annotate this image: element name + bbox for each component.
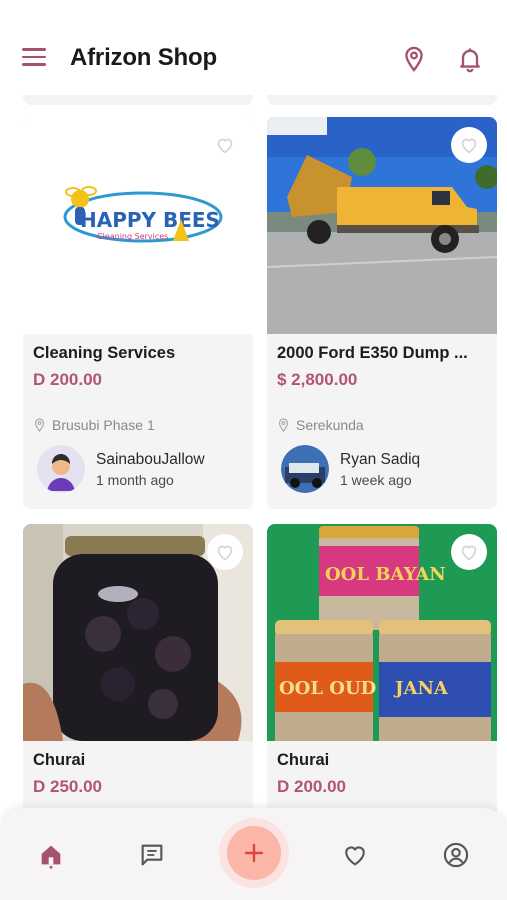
home-icon[interactable]: [34, 838, 68, 872]
listing-image: HAPPY BEES Cleaning Services: [23, 117, 253, 334]
add-listing-button[interactable]: [227, 826, 281, 880]
bell-icon[interactable]: [456, 45, 484, 73]
listing-image: [23, 524, 253, 741]
location-pin-icon: [278, 418, 289, 432]
listing-card[interactable]: 2000 Ford E350 Dump ... $ 2,800.00 Serek…: [267, 117, 497, 509]
seller-name: SainabouJallow: [96, 450, 205, 468]
listing-title: Churai: [33, 751, 86, 769]
favorite-button[interactable]: [451, 534, 487, 570]
logo-text: HAPPY BEES: [80, 208, 220, 232]
listing-title: Cleaning Services: [33, 344, 176, 362]
listings-feed[interactable]: HAPPY BEES Cleaning Services Cleaning Se…: [0, 95, 507, 900]
posted-time: 1 month ago: [96, 471, 174, 488]
previous-card-edge: [267, 95, 497, 105]
listing-title: 2000 Ford E350 Dump ...: [277, 344, 468, 362]
avatar: [37, 445, 85, 493]
listing-card[interactable]: OOL BAYAN OOL OUD JANA Churai D 200.00: [267, 524, 497, 837]
seller-info[interactable]: SainabouJallow 1 month ago: [23, 433, 253, 509]
favorite-button[interactable]: [451, 127, 487, 163]
seller-info[interactable]: Ryan Sadiq 1 week ago: [267, 433, 497, 509]
heart-icon: [461, 545, 477, 561]
listing-price: D 200.00: [277, 777, 346, 796]
listing-image: OOL BAYAN OOL OUD JANA: [267, 524, 497, 741]
listing-price: D 250.00: [33, 777, 102, 796]
heart-icon: [217, 545, 233, 561]
listing-location: Brusubi Phase 1: [23, 390, 253, 433]
location-pin-icon: [34, 418, 45, 432]
jar-label: OOL BAYAN: [325, 564, 446, 585]
chat-icon[interactable]: [135, 838, 169, 872]
listing-price: D 200.00: [33, 370, 102, 389]
listing-title: Churai: [277, 751, 330, 769]
posted-time: 1 week ago: [340, 471, 412, 488]
listing-card[interactable]: Churai D 250.00: [23, 524, 253, 837]
favorite-button[interactable]: [207, 534, 243, 570]
bottom-navigation: [0, 808, 507, 900]
logo-subtext: Cleaning Services: [97, 232, 168, 241]
add-icon: [244, 843, 264, 863]
heart-icon[interactable]: [338, 838, 372, 872]
heart-icon: [217, 138, 233, 154]
previous-card-edge: [23, 95, 253, 105]
avatar: [281, 445, 329, 493]
heart-icon: [461, 138, 477, 154]
listing-card[interactable]: HAPPY BEES Cleaning Services Cleaning Se…: [23, 117, 253, 509]
listing-image: [267, 117, 497, 334]
jar-label: JANA: [393, 678, 449, 699]
location-text: Serekunda: [296, 417, 364, 433]
app-bar: Afrizon Shop: [0, 0, 507, 95]
listing-price: $ 2,800.00: [277, 370, 358, 389]
favorite-button[interactable]: [207, 127, 243, 163]
location-text: Brusubi Phase 1: [52, 417, 155, 433]
location-pin-icon[interactable]: [400, 45, 428, 73]
listing-location: Serekunda: [267, 390, 497, 433]
profile-icon[interactable]: [439, 838, 473, 872]
menu-icon[interactable]: [22, 48, 48, 70]
seller-name: Ryan Sadiq: [340, 450, 421, 468]
jar-label: OOL OUD: [279, 678, 376, 699]
app-title: Afrizon Shop: [70, 44, 217, 71]
